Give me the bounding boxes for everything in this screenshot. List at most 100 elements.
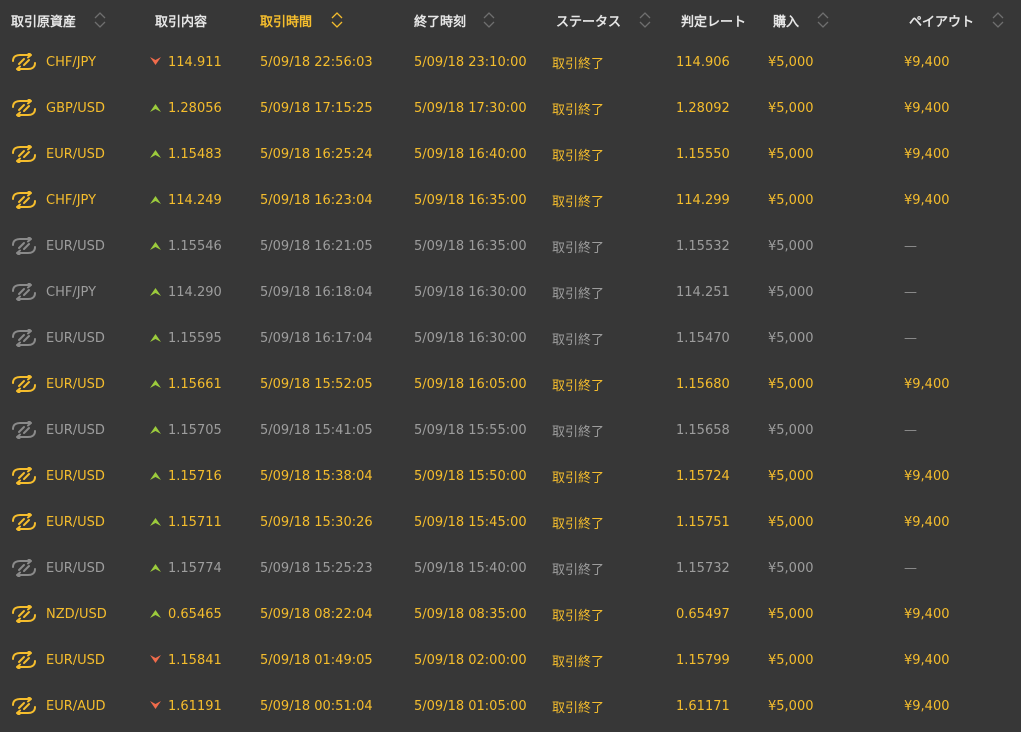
table-row[interactable]: EUR/USD 1.15705 5/09/18 15:41:05 5/09/18…: [0, 407, 1021, 453]
sort-chevron-icon[interactable]: [483, 11, 495, 29]
purchase-amount: ¥5,000: [768, 376, 814, 392]
column-header-trade-time[interactable]: 取引時間: [260, 0, 312, 40]
status-text: 取引終了: [552, 56, 605, 72]
currency-exchange-icon: [11, 513, 37, 531]
currency-exchange-icon: [11, 605, 37, 623]
payout-amount: ¥9,400: [904, 698, 950, 714]
sort-chevron-icon[interactable]: [94, 11, 106, 29]
end-time: 5/09/18 23:10:00: [414, 54, 527, 70]
judge-rate: 0.65497: [676, 606, 730, 622]
trade-time: 5/09/18 15:38:04: [260, 468, 373, 484]
status-text: 取引終了: [552, 562, 605, 578]
status-text: 取引終了: [552, 240, 605, 256]
asset-name: CHF/JPY: [46, 192, 97, 208]
trade-time: 5/09/18 16:21:05: [260, 238, 373, 254]
arrow-up-icon: [150, 240, 161, 251]
status-text: 取引終了: [552, 516, 605, 532]
currency-exchange-icon: [11, 191, 37, 209]
status-text: 取引終了: [552, 470, 605, 486]
trade-time: 5/09/18 16:23:04: [260, 192, 373, 208]
payout-amount: ¥9,400: [904, 192, 950, 208]
table-row[interactable]: EUR/USD 1.15483 5/09/18 16:25:24 5/09/18…: [0, 131, 1021, 177]
table-row[interactable]: EUR/AUD 1.61191 5/09/18 00:51:04 5/09/18…: [0, 683, 1021, 729]
entry-rate: 114.249: [168, 192, 222, 208]
judge-rate: 1.15470: [676, 330, 730, 346]
end-time: 5/09/18 02:00:00: [414, 652, 527, 668]
purchase-amount: ¥5,000: [768, 560, 814, 576]
payout-amount: ¥9,400: [904, 54, 950, 70]
payout-amount: ¥9,400: [904, 376, 950, 392]
payout-amount: —: [904, 422, 917, 438]
table-row[interactable]: CHF/JPY 114.911 5/09/18 22:56:03 5/09/18…: [0, 39, 1021, 85]
table-row[interactable]: EUR/USD 1.15661 5/09/18 15:52:05 5/09/18…: [0, 361, 1021, 407]
asset-name: EUR/USD: [46, 514, 105, 530]
entry-rate: 0.65465: [168, 606, 222, 622]
status-text: 取引終了: [552, 700, 605, 716]
sort-chevron-icon[interactable]: [331, 11, 343, 29]
trade-time: 5/09/18 01:49:05: [260, 652, 373, 668]
asset-name: EUR/USD: [46, 238, 105, 254]
entry-rate: 1.15774: [168, 560, 222, 576]
table-row[interactable]: NZD/USD 0.65465 5/09/18 08:22:04 5/09/18…: [0, 591, 1021, 637]
column-label: 取引時間: [260, 14, 313, 30]
payout-amount: ¥9,400: [904, 606, 950, 622]
entry-rate: 1.15661: [168, 376, 222, 392]
column-header-asset[interactable]: 取引原資産: [11, 0, 76, 40]
column-header-payout[interactable]: ペイアウト: [909, 0, 974, 40]
table-row[interactable]: GBP/USD 1.28056 5/09/18 17:15:25 5/09/18…: [0, 85, 1021, 131]
asset-name: CHF/JPY: [46, 54, 97, 70]
table-row[interactable]: EUR/USD 1.15841 5/09/18 01:49:05 5/09/18…: [0, 637, 1021, 683]
purchase-amount: ¥5,000: [768, 698, 814, 714]
payout-amount: —: [904, 238, 917, 254]
trade-time: 5/09/18 16:25:24: [260, 146, 373, 162]
purchase-amount: ¥5,000: [768, 330, 814, 346]
column-label: 取引原資産: [11, 14, 77, 30]
column-header-end-time[interactable]: 終了時刻: [414, 0, 466, 40]
currency-exchange-icon: [11, 237, 37, 255]
end-time: 5/09/18 16:30:00: [414, 330, 527, 346]
table-row[interactable]: CHF/JPY 114.249 5/09/18 16:23:04 5/09/18…: [0, 177, 1021, 223]
judge-rate: 1.15658: [676, 422, 730, 438]
currency-exchange-icon: [11, 697, 37, 715]
purchase-amount: ¥5,000: [768, 606, 814, 622]
entry-rate: 1.15595: [168, 330, 222, 346]
payout-amount: ¥9,400: [904, 652, 950, 668]
column-label: ペイアウト: [909, 14, 975, 30]
entry-rate: 1.15546: [168, 238, 222, 254]
judge-rate: 1.15532: [676, 238, 730, 254]
currency-exchange-icon: [11, 99, 37, 117]
entry-rate: 1.15483: [168, 146, 222, 162]
judge-rate: 1.61171: [676, 698, 730, 714]
arrow-up-icon: [150, 470, 161, 481]
currency-exchange-icon: [11, 559, 37, 577]
end-time: 5/09/18 15:40:00: [414, 560, 527, 576]
status-text: 取引終了: [552, 424, 605, 440]
column-header-status[interactable]: ステータス: [556, 0, 621, 40]
sort-chevron-icon[interactable]: [817, 11, 829, 29]
currency-exchange-icon: [11, 283, 37, 301]
judge-rate: 1.15550: [676, 146, 730, 162]
table-row[interactable]: EUR/USD 1.15546 5/09/18 16:21:05 5/09/18…: [0, 223, 1021, 269]
sort-chevron-icon[interactable]: [639, 11, 651, 29]
sort-chevron-icon[interactable]: [992, 11, 1004, 29]
payout-amount: —: [904, 284, 917, 300]
judge-rate: 1.15751: [676, 514, 730, 530]
table-row[interactable]: CHF/JPY 114.290 5/09/18 16:18:04 5/09/18…: [0, 269, 1021, 315]
table-row[interactable]: EUR/USD 1.15774 5/09/18 15:25:23 5/09/18…: [0, 545, 1021, 591]
payout-amount: —: [904, 560, 917, 576]
end-time: 5/09/18 08:35:00: [414, 606, 527, 622]
end-time: 5/09/18 15:55:00: [414, 422, 527, 438]
arrow-up-icon: [150, 378, 161, 389]
table-row[interactable]: EUR/USD 1.15711 5/09/18 15:30:26 5/09/18…: [0, 499, 1021, 545]
asset-name: CHF/JPY: [46, 284, 97, 300]
entry-rate: 1.15841: [168, 652, 222, 668]
table-row[interactable]: EUR/USD 1.15595 5/09/18 16:17:04 5/09/18…: [0, 315, 1021, 361]
column-header-purchase[interactable]: 購入: [773, 0, 799, 40]
judge-rate: 1.15732: [676, 560, 730, 576]
table-row[interactable]: EUR/USD 1.15716 5/09/18 15:38:04 5/09/18…: [0, 453, 1021, 499]
trade-time: 5/09/18 15:52:05: [260, 376, 373, 392]
end-time: 5/09/18 15:50:00: [414, 468, 527, 484]
arrow-up-icon: [150, 424, 161, 435]
judge-rate: 114.251: [676, 284, 730, 300]
currency-exchange-icon: [11, 651, 37, 669]
